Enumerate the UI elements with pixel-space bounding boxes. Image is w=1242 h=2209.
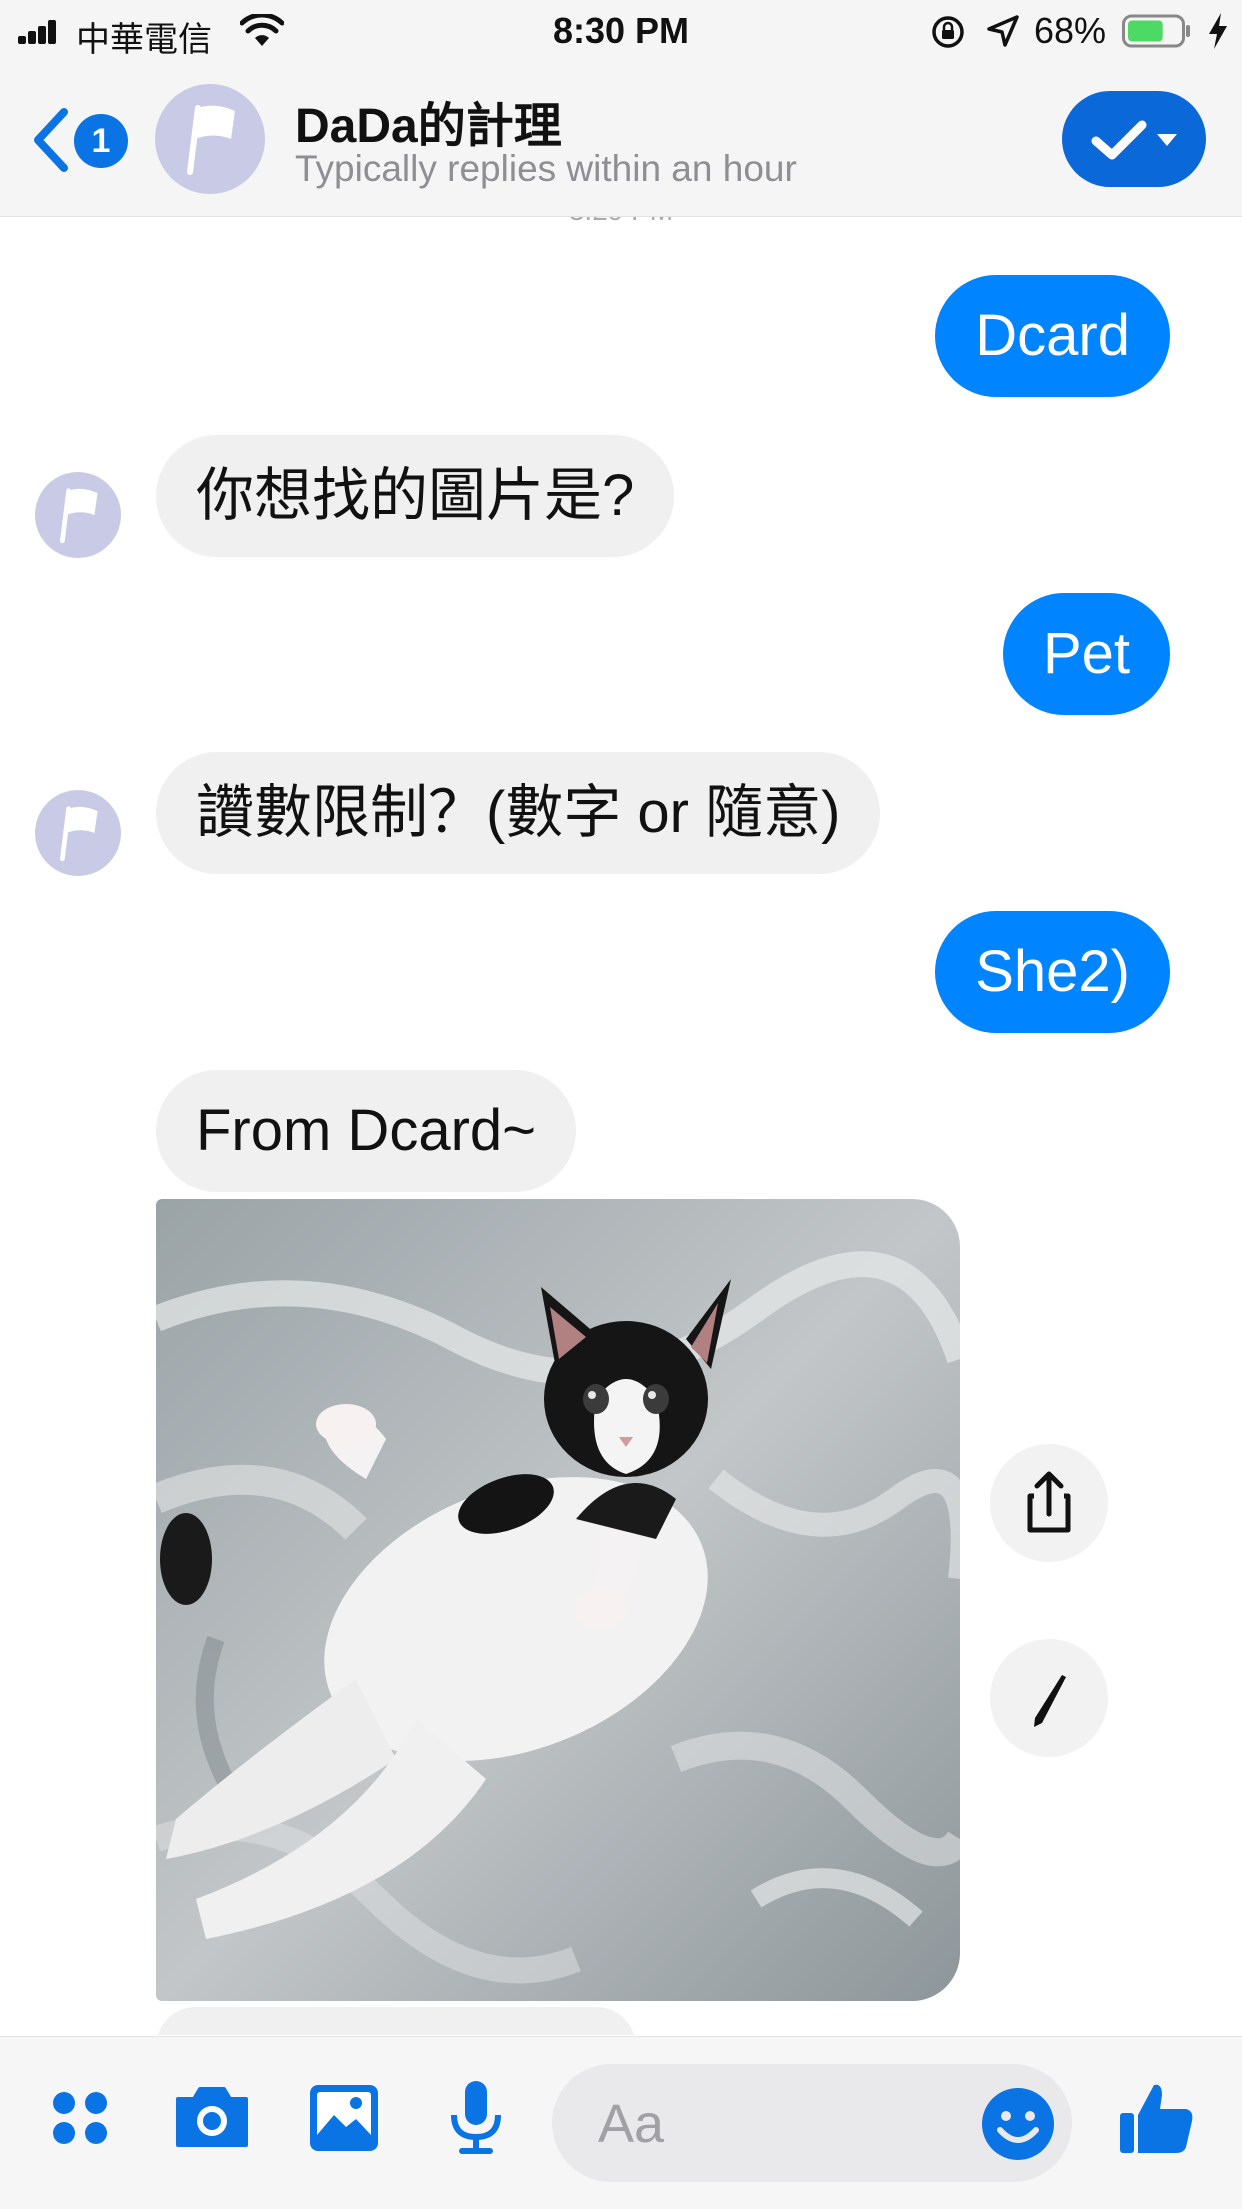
- bot-avatar[interactable]: [35, 790, 121, 876]
- microphone-icon: [451, 2081, 501, 2154]
- share-button[interactable]: [990, 1444, 1108, 1562]
- checkmark-icon: [1091, 120, 1147, 160]
- flag-icon: [187, 105, 235, 175]
- more-apps-icon: [53, 2092, 107, 2144]
- emoji-icon: [982, 2088, 1054, 2160]
- message-list[interactable]: 3:29 PM Dcard 你想找的圖片是? Pet 讚數限制？(數字 or 隨…: [0, 217, 1242, 2035]
- battery-icon: [1122, 14, 1190, 48]
- emoji-button[interactable]: [978, 2084, 1058, 2164]
- sent-message-bubble[interactable]: Dcard: [935, 275, 1170, 397]
- sent-message-bubble[interactable]: Pet: [1002, 593, 1170, 715]
- caret-down-icon: [1157, 134, 1177, 146]
- kitten-photo[interactable]: [156, 1199, 960, 2001]
- battery-percent: 68%: [1034, 10, 1107, 51]
- unread-count-badge: 1: [74, 114, 128, 168]
- flag-icon: [60, 488, 98, 544]
- edit-pencil-icon: [1034, 1675, 1066, 1727]
- gallery-button[interactable]: [304, 2077, 384, 2157]
- edit-button[interactable]: [990, 1639, 1108, 1757]
- camera-button[interactable]: [172, 2077, 252, 2157]
- camera-icon: [176, 2087, 248, 2147]
- location-arrow-icon: [987, 15, 1019, 47]
- received-message-bubble[interactable]: 讚數限制？(數字 or 隨意): [156, 752, 881, 874]
- gallery-icon: [310, 2085, 378, 2151]
- status-bar: 中華電信 8:30 PM 68%: [0, 0, 1242, 62]
- chevron-left-icon: [34, 108, 68, 172]
- response-time-subtitle: Typically replies within an hour: [295, 148, 797, 189]
- timestamp-label: 3:29 PM: [0, 217, 1242, 227]
- flag-icon: [60, 806, 98, 862]
- received-message-bubble[interactable]: [156, 2007, 636, 2035]
- share-icon: [1027, 1471, 1071, 1533]
- done-menu-button[interactable]: [1062, 91, 1206, 187]
- conversation-header: 1 DaDa的計理 Typically replies within an ho…: [0, 62, 1242, 217]
- message-input[interactable]: [596, 2084, 980, 2164]
- thumbs-up-icon: [1120, 2084, 1193, 2153]
- charging-bolt-icon: [1209, 13, 1227, 49]
- composer-bar: [0, 2036, 1242, 2209]
- more-apps-button[interactable]: [40, 2077, 120, 2157]
- sent-message-bubble[interactable]: She2): [935, 911, 1170, 1033]
- page-title[interactable]: DaDa的計理: [295, 86, 562, 156]
- page-avatar[interactable]: [155, 84, 265, 194]
- received-message-bubble[interactable]: 你想找的圖片是?: [156, 435, 675, 557]
- bot-avatar[interactable]: [35, 472, 121, 558]
- message-input-container: [552, 2064, 1072, 2182]
- like-button[interactable]: [1116, 2077, 1196, 2157]
- rotation-lock-icon: [932, 16, 964, 48]
- kitten-photo-illustration: [156, 1199, 960, 2001]
- microphone-button[interactable]: [436, 2077, 516, 2157]
- received-message-bubble[interactable]: From Dcard~: [156, 1070, 577, 1192]
- back-button[interactable]: 1: [28, 104, 132, 176]
